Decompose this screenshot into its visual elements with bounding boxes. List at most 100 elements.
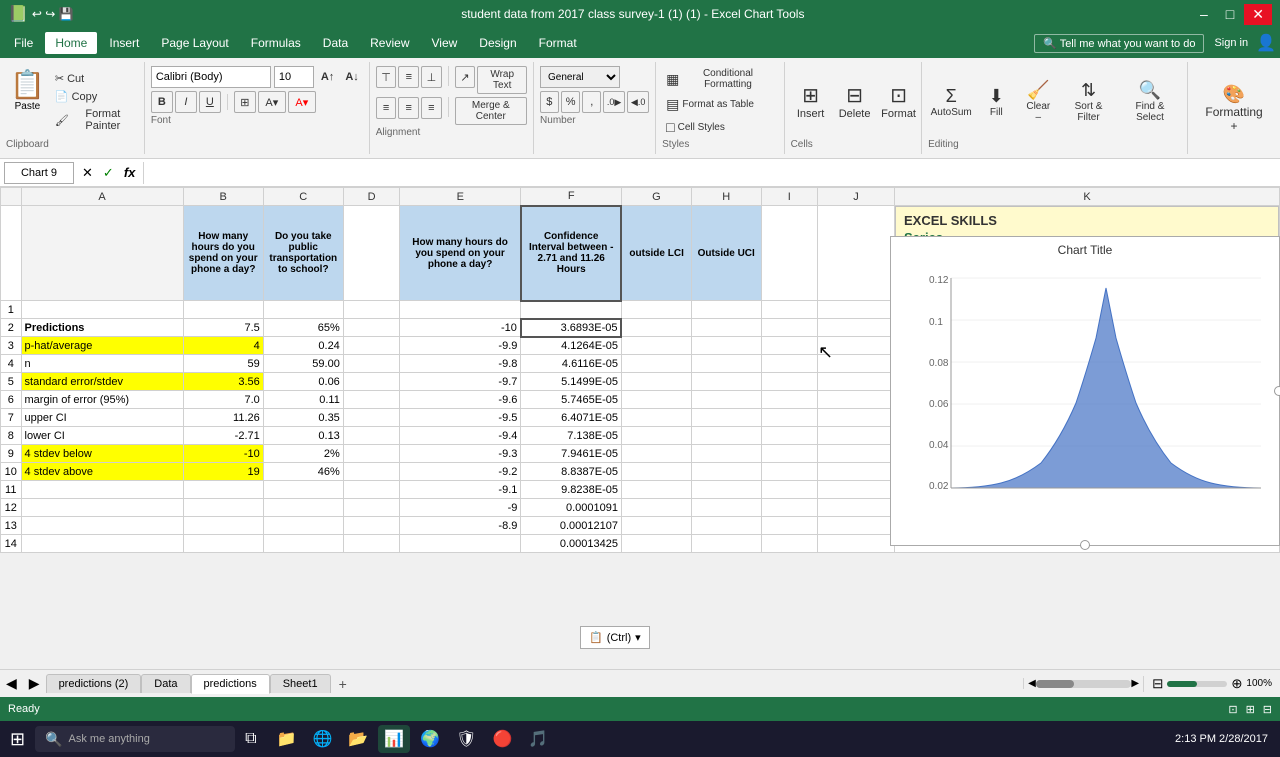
add-sheet-btn[interactable]: + (331, 673, 355, 695)
cell-g12[interactable] (621, 499, 691, 517)
cell-j10[interactable] (818, 463, 895, 481)
cell-a4[interactable]: n (21, 355, 183, 373)
sign-in[interactable]: Sign in (1214, 37, 1248, 49)
cell-h9[interactable] (691, 445, 761, 463)
cell-b3[interactable]: 4 (183, 337, 263, 355)
delete-btn[interactable]: ⊟ Delete (835, 80, 875, 123)
cell-b2[interactable]: 7.5 (183, 319, 263, 337)
font-size-input[interactable] (274, 66, 314, 88)
cell-d-header[interactable] (343, 206, 399, 301)
cell-d9[interactable] (343, 445, 399, 463)
window-controls-right[interactable]: – □ ✕ (1192, 4, 1272, 25)
border-btn[interactable]: ⊞ (234, 91, 256, 113)
cell-g13[interactable] (621, 517, 691, 535)
col-header-b[interactable]: B (183, 188, 263, 206)
cell-f4[interactable]: 4.6116E-05 (521, 355, 622, 373)
zoom-slider[interactable] (1167, 681, 1227, 687)
cell-c12[interactable] (263, 499, 343, 517)
taskbar-app2-btn[interactable]: 🔴 (486, 725, 518, 753)
view-normal-btn[interactable]: ⊡ (1228, 703, 1237, 716)
italic-btn[interactable]: I (175, 91, 197, 113)
fill-color-btn[interactable]: A▾ (258, 91, 286, 113)
cell-g4[interactable] (621, 355, 691, 373)
cell-f8[interactable]: 7.138E-05 (521, 427, 622, 445)
cell-i1[interactable] (761, 301, 817, 319)
menu-home[interactable]: Home (45, 32, 97, 54)
cell-g1[interactable] (621, 301, 691, 319)
cell-c10[interactable]: 46% (263, 463, 343, 481)
cell-a3[interactable]: p-hat/average (21, 337, 183, 355)
taskbar-explorer-btn[interactable]: 📁 (271, 725, 303, 753)
cell-b12[interactable] (183, 499, 263, 517)
cell-f5[interactable]: 5.1499E-05 (521, 373, 622, 391)
bold-btn[interactable]: B (151, 91, 173, 113)
cell-b6[interactable]: 7.0 (183, 391, 263, 409)
cell-h3[interactable] (691, 337, 761, 355)
cell-b14[interactable] (183, 535, 263, 553)
chart-container[interactable]: Chart Title 0.12 0.1 0.08 0.06 0.04 0.02 (890, 236, 1280, 546)
font-shrink-btn[interactable]: A↓ (341, 69, 362, 85)
copy-button[interactable]: 📄Copy (51, 88, 138, 105)
cell-a6[interactable]: margin of error (95%) (21, 391, 183, 409)
align-center-btn[interactable]: ≡ (398, 97, 419, 119)
font-color-btn[interactable]: A▾ (288, 91, 316, 113)
menu-format[interactable]: Format (529, 32, 587, 54)
cell-i12[interactable] (761, 499, 817, 517)
cell-f14[interactable]: 0.00013425 (521, 535, 622, 553)
cell-c11[interactable] (263, 481, 343, 499)
fill-btn[interactable]: ⬇ Fill (976, 83, 1016, 121)
cell-c14[interactable] (263, 535, 343, 553)
align-right-btn[interactable]: ≡ (421, 97, 442, 119)
cell-j3[interactable] (818, 337, 895, 355)
cell-h6[interactable] (691, 391, 761, 409)
format-btn[interactable]: ⊡ Format (879, 80, 919, 123)
cell-h8[interactable] (691, 427, 761, 445)
chart-resize-handle-bottom[interactable] (1080, 540, 1090, 550)
taskbar-edge-btn[interactable]: 🌐 (306, 725, 338, 753)
cell-c9[interactable]: 2% (263, 445, 343, 463)
insert-btn[interactable]: ⊞ Insert (791, 80, 831, 123)
cell-g9[interactable] (621, 445, 691, 463)
menu-data[interactable]: Data (313, 32, 358, 54)
cell-b7[interactable]: 11.26 (183, 409, 263, 427)
cell-i10[interactable] (761, 463, 817, 481)
cell-styles-btn[interactable]: □ Cell Styles (662, 117, 777, 137)
cell-c-header[interactable]: Do you take public transportation to sch… (263, 206, 343, 301)
col-header-f[interactable]: F (521, 188, 622, 206)
cell-e13[interactable]: -8.9 (400, 517, 521, 535)
sheet-tab-predictions[interactable]: predictions (191, 674, 270, 694)
menu-page-layout[interactable]: Page Layout (151, 32, 238, 54)
scroll-right-btn[interactable]: ▶ (1131, 678, 1139, 689)
font-name-input[interactable] (151, 66, 271, 88)
menu-insert[interactable]: Insert (99, 32, 149, 54)
cell-b5[interactable]: 3.56 (183, 373, 263, 391)
cell-c6[interactable]: 0.11 (263, 391, 343, 409)
cell-f2[interactable]: 3.6893E-05 (521, 319, 622, 337)
prev-sheet-btn[interactable]: ◀ (0, 673, 23, 694)
cell-e10[interactable]: -9.2 (400, 463, 521, 481)
function-btn[interactable]: fx (120, 163, 140, 183)
cell-j9[interactable] (818, 445, 895, 463)
cell-b11[interactable] (183, 481, 263, 499)
col-header-k[interactable]: K (895, 188, 1280, 206)
cell-e9[interactable]: -9.3 (400, 445, 521, 463)
paste-popup[interactable]: 📋 (Ctrl) ▾ (580, 626, 650, 649)
menu-review[interactable]: Review (360, 32, 419, 54)
task-view-btn[interactable]: ⧉ (239, 726, 262, 752)
cell-b4[interactable]: 59 (183, 355, 263, 373)
cell-d3[interactable] (343, 337, 399, 355)
cell-c1[interactable] (263, 301, 343, 319)
cell-j8[interactable] (818, 427, 895, 445)
cell-f9[interactable]: 7.9461E-05 (521, 445, 622, 463)
start-btn[interactable]: ⊞ (4, 725, 31, 754)
cell-i11[interactable] (761, 481, 817, 499)
cell-d14[interactable] (343, 535, 399, 553)
col-header-c[interactable]: C (263, 188, 343, 206)
cell-d13[interactable] (343, 517, 399, 535)
cell-i7[interactable] (761, 409, 817, 427)
taskbar-files-btn[interactable]: 📂 (342, 725, 374, 753)
cell-d8[interactable] (343, 427, 399, 445)
cell-a7[interactable]: upper CI (21, 409, 183, 427)
cell-f6[interactable]: 5.7465E-05 (521, 391, 622, 409)
cell-d4[interactable] (343, 355, 399, 373)
